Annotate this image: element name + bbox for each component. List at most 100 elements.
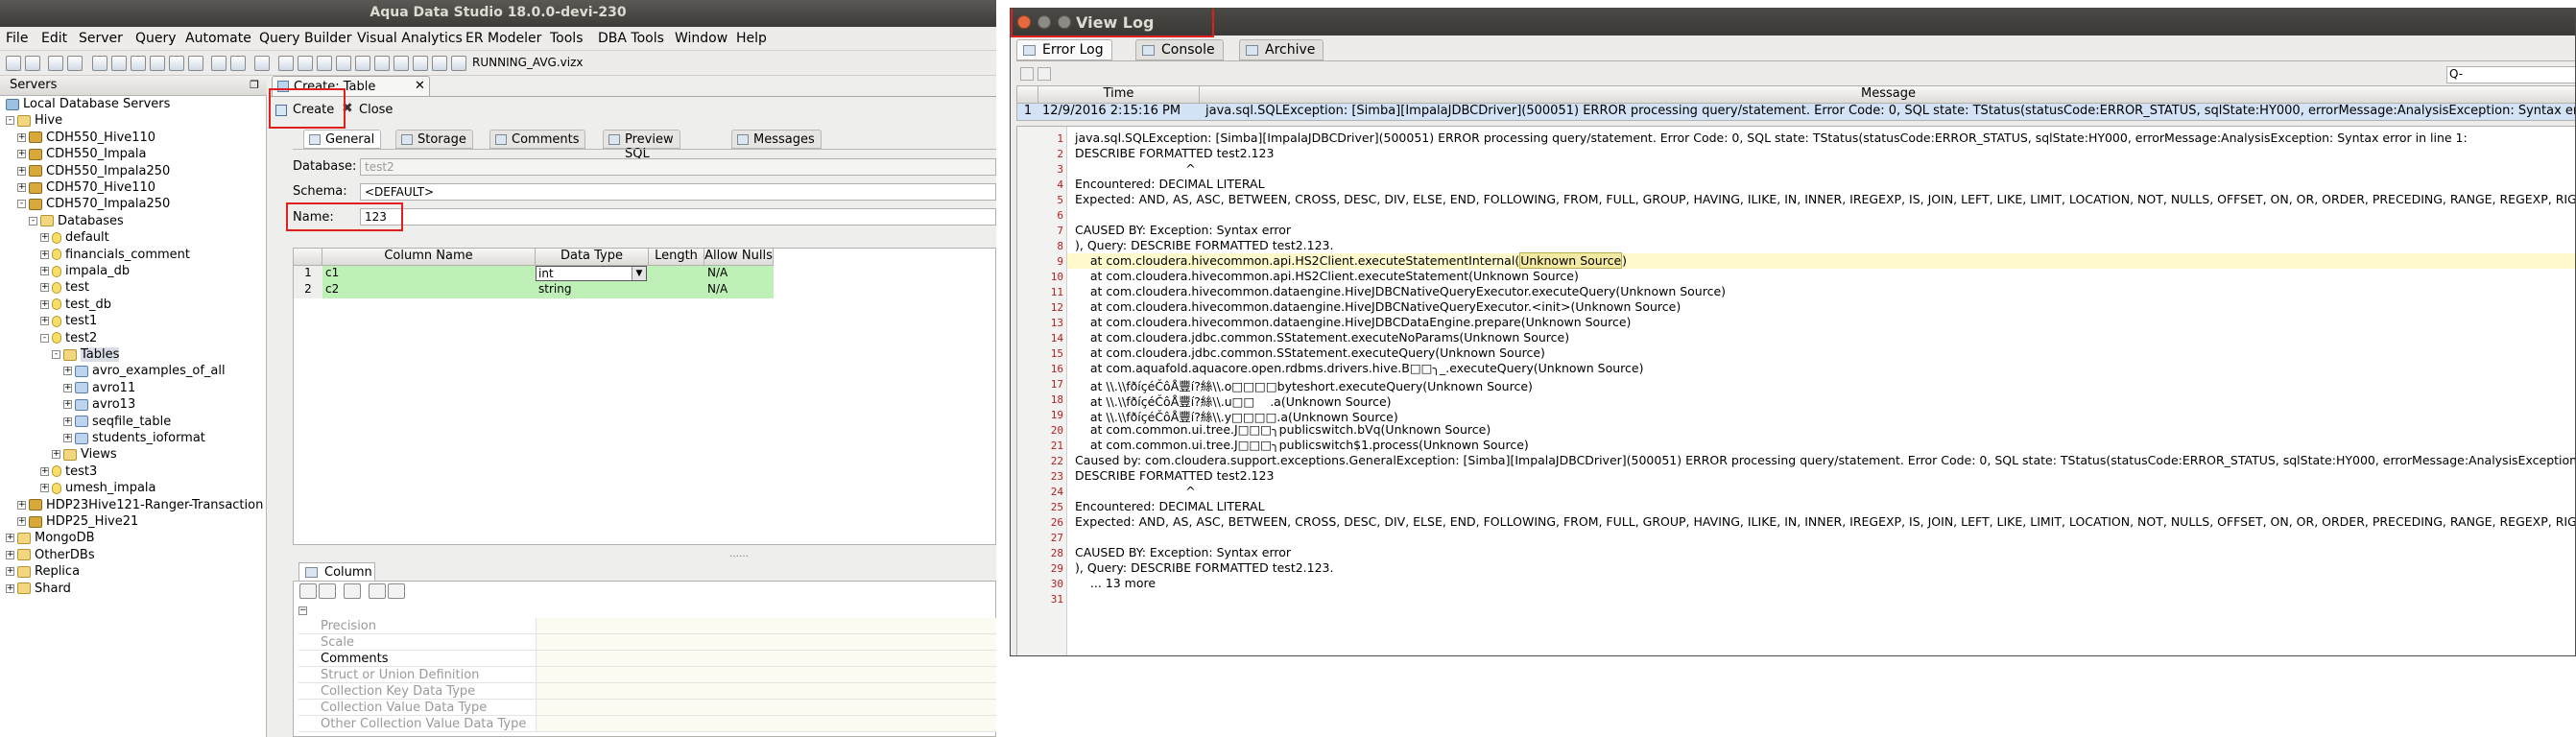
table-view-icon[interactable] (336, 56, 351, 71)
collapse-all-icon[interactable] (388, 583, 405, 599)
log-detail-viewer[interactable]: 1 2 3 4 5 6 7 8 9 10 11 12 13 14 15 16 17 18 19 20 21 22 23 24 2… (1016, 126, 2575, 655)
tree-node[interactable]: + seqfile_table (63, 415, 171, 432)
collapse-icon[interactable]: - (17, 200, 26, 209)
expand-icon[interactable]: + (17, 150, 26, 159)
tree-node[interactable]: + CDH570_Hive110 (17, 180, 155, 198)
tree-node[interactable]: + default (40, 230, 109, 248)
expand-icon[interactable]: + (63, 400, 72, 410)
expand-icon[interactable]: + (6, 583, 14, 593)
menu-visual-analytics[interactable]: Visual Analytics (357, 31, 463, 46)
expand-icon[interactable]: + (40, 317, 49, 326)
menu-help[interactable]: Help (736, 31, 767, 46)
clear-icon[interactable] (1038, 67, 1051, 81)
split-icon[interactable] (394, 56, 409, 71)
tree-node[interactable]: + avro11 (63, 381, 135, 398)
tab-preview-sql[interactable]: Preview SQL (603, 130, 680, 161)
property-row[interactable]: Struct or Union Definition (298, 667, 996, 683)
open-file-name[interactable]: RUNNING_AVG.vizx (472, 56, 584, 69)
property-row[interactable]: Comments (298, 651, 996, 667)
refresh-icon[interactable] (432, 56, 447, 71)
log-table-row[interactable]: 1 12/9/2016 2:15:16 PM java.sql.SQLExcep… (1017, 104, 2575, 120)
close-button[interactable]: Close (359, 103, 393, 117)
collapse-icon[interactable]: - (29, 216, 37, 226)
data-type-header[interactable]: Data Type (536, 249, 649, 266)
tree-node[interactable]: - Tables (52, 347, 120, 365)
table-name-field[interactable]: 123 (360, 208, 996, 226)
close-tab-icon[interactable]: ✕ (415, 79, 425, 93)
expand-icon[interactable]: + (17, 517, 26, 526)
expand-icon[interactable]: + (6, 550, 14, 559)
collapse-icon[interactable]: - (40, 333, 49, 343)
expand-icon[interactable]: + (63, 367, 72, 376)
tab-messages[interactable]: Messages (731, 130, 822, 149)
menu-query[interactable]: Query (135, 31, 177, 46)
open-file-icon[interactable] (48, 56, 63, 71)
menu-tools[interactable]: Tools (550, 31, 584, 46)
restore-panel-icon[interactable]: ❐ (250, 79, 259, 91)
expand-icon[interactable]: + (63, 383, 72, 392)
property-row[interactable]: Scale (298, 634, 996, 651)
chart-icon[interactable] (278, 56, 294, 71)
splitter-handle[interactable]: …… (729, 549, 749, 559)
tree-node[interactable]: + students_ioformat (63, 431, 205, 448)
property-value-field[interactable] (536, 651, 996, 666)
tree-node[interactable]: + test1 (40, 314, 97, 331)
log-search-input[interactable]: Q- (2446, 66, 2575, 83)
menu-automate[interactable]: Automate (185, 31, 251, 46)
categorized-icon[interactable] (299, 583, 317, 599)
tree-node[interactable]: + financials_comment (40, 248, 190, 265)
schema-dropdown[interactable]: <DEFAULT> (360, 183, 996, 201)
expand-icon[interactable]: + (52, 450, 60, 460)
expand-icon[interactable]: + (17, 500, 26, 510)
compare-icon[interactable] (131, 56, 146, 71)
allow-nulls-header[interactable]: Allow Nulls (704, 249, 774, 266)
tab-console[interactable]: Console (1135, 39, 1224, 60)
expand-icon[interactable]: + (40, 484, 49, 493)
allow-nulls-cell[interactable]: N/A (704, 266, 774, 282)
menu-window[interactable]: Window (675, 31, 727, 46)
tile-icon[interactable] (413, 56, 428, 71)
query-window-icon[interactable] (92, 56, 107, 71)
history-icon[interactable] (150, 56, 165, 71)
expand-icon[interactable]: + (40, 250, 49, 259)
tree-node[interactable]: + umesh_impala (40, 481, 156, 498)
tree-node[interactable]: + Views (52, 447, 117, 464)
tab-storage[interactable]: Storage (395, 130, 473, 149)
collapse-icon[interactable]: - (6, 116, 14, 126)
run-icon[interactable] (230, 56, 246, 71)
tree-node[interactable]: - test2 (40, 331, 97, 348)
tree-node[interactable]: + HDP23Hive121-Ranger-Transaction (17, 498, 263, 515)
chevron-down-icon[interactable]: ▼ (632, 267, 646, 280)
schema-icon[interactable] (169, 56, 184, 71)
menu-server[interactable]: Server (79, 31, 123, 46)
menu-query-builder[interactable]: Query Builder (259, 31, 352, 46)
tree-node[interactable]: + avro_examples_of_all (63, 364, 226, 381)
menu-file[interactable]: File (6, 31, 28, 46)
new-server-icon[interactable] (6, 56, 21, 71)
property-row[interactable]: Collection Value Data Type (298, 700, 996, 716)
column-name-cell[interactable]: c2 (322, 282, 536, 298)
data-type-cell[interactable]: string (536, 282, 649, 298)
expand-icon[interactable]: + (17, 166, 26, 176)
expand-icon[interactable]: + (63, 416, 72, 426)
er-diagram-icon[interactable] (188, 56, 203, 71)
expand-icon[interactable]: + (17, 183, 26, 192)
tree-node[interactable]: - Hive (6, 113, 62, 131)
tree-node[interactable]: + HDP25_Hive21 (17, 514, 138, 532)
expand-icon[interactable]: + (40, 233, 49, 243)
expand-icon[interactable]: + (6, 534, 14, 543)
description-icon[interactable] (344, 583, 361, 599)
length-cell[interactable] (649, 282, 704, 298)
tab-general[interactable]: General (303, 130, 382, 149)
tree-node[interactable]: + OtherDBs (6, 548, 95, 565)
query-builder-icon[interactable] (111, 56, 127, 71)
tree-node[interactable]: + Replica (6, 564, 80, 582)
property-row[interactable]: Collection Key Data Type (298, 683, 996, 700)
grid-icon[interactable] (298, 56, 313, 71)
expand-icon[interactable]: + (40, 283, 49, 293)
column-name-header[interactable]: Column Name (322, 249, 536, 266)
tree-node[interactable]: + test_db (40, 297, 111, 315)
tab-archive[interactable]: Archive (1239, 39, 1324, 60)
script-icon[interactable] (211, 56, 227, 71)
sort-alpha-icon[interactable] (319, 583, 336, 599)
